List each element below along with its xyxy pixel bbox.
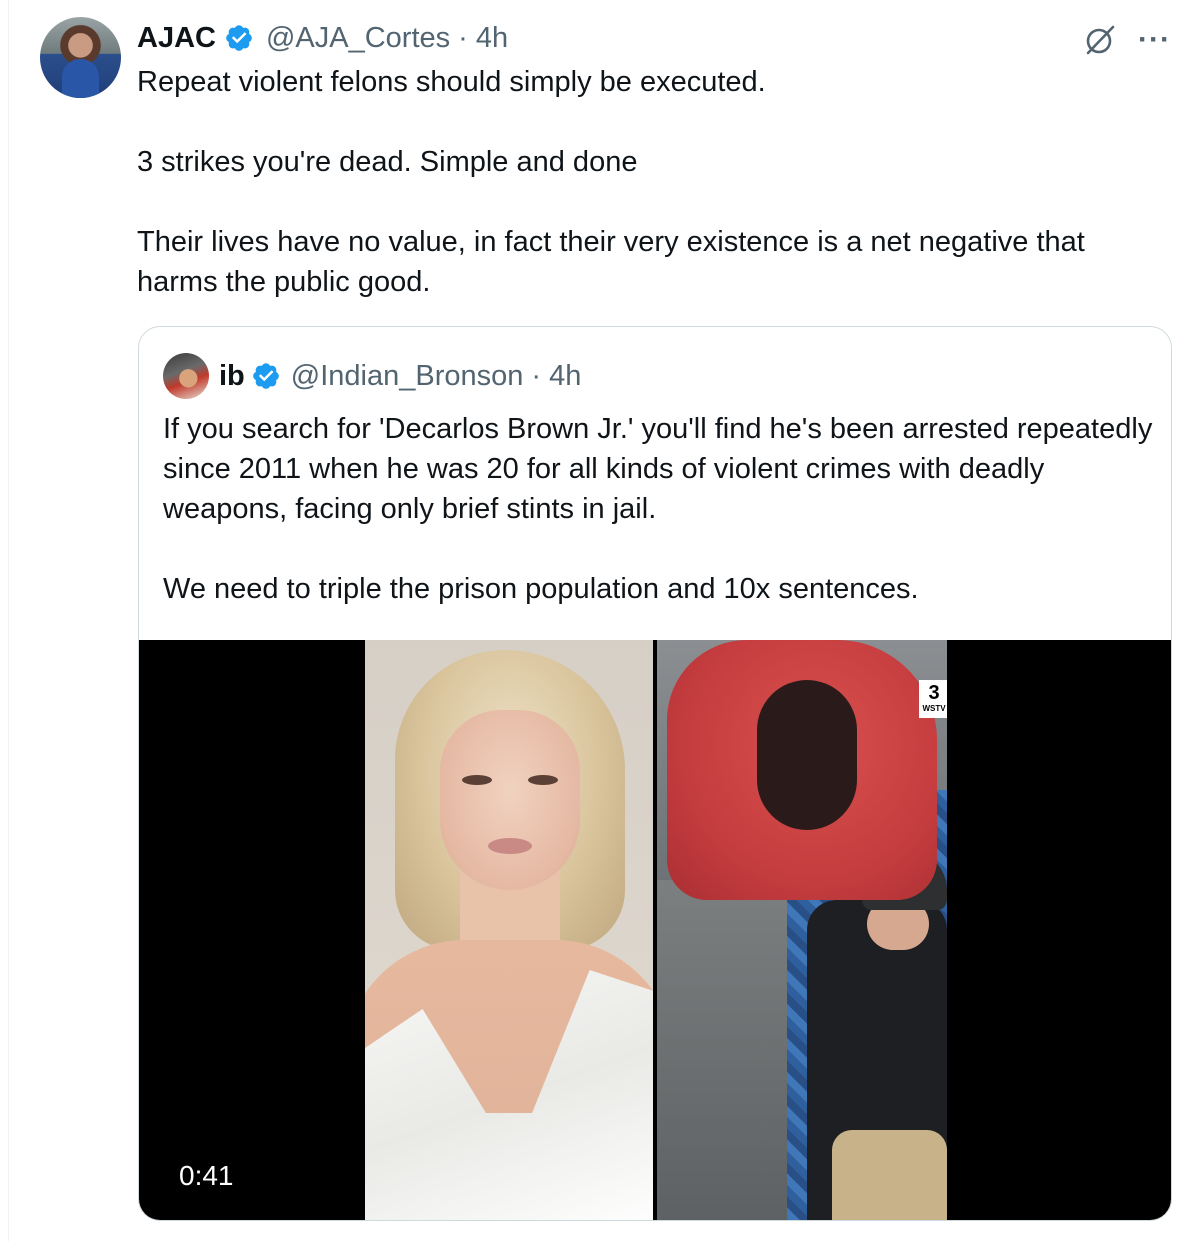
video-left-panel: [365, 640, 653, 1220]
tweet-paragraph: 3 strikes you're dead. Simple and done: [137, 146, 638, 178]
tweet[interactable]: AJAC @AJA_Cortes · 4h ··· Repeat violent…: [0, 0, 1201, 1241]
author-handle[interactable]: @AJA_Cortes: [266, 22, 450, 55]
quoted-tweet-header: ib @Indian_Bronson · 4h: [163, 351, 581, 401]
tweet-timestamp[interactable]: 4h: [476, 22, 508, 55]
quoted-timestamp[interactable]: 4h: [549, 360, 581, 393]
quoted-paragraph: If you search for 'Decarlos Brown Jr.' y…: [163, 413, 1153, 525]
more-options-icon[interactable]: ···: [1138, 25, 1171, 55]
quoted-author-name[interactable]: ib: [219, 360, 245, 393]
tweet-text: Repeat violent felons should simply be e…: [137, 62, 1167, 302]
quoted-tweet-text: If you search for 'Decarlos Brown Jr.' y…: [163, 409, 1153, 609]
tweet-paragraph: Repeat violent felons should simply be e…: [137, 66, 766, 98]
video-duration: 0:41: [179, 1160, 234, 1191]
author-name[interactable]: AJAC: [137, 22, 216, 55]
tweet-header: AJAC @AJA_Cortes · 4h: [137, 20, 508, 56]
tweet-paragraph: Their lives have no value, in fact their…: [137, 226, 1085, 298]
tv-station-watermark: 3 WSTV: [919, 680, 947, 718]
separator-dot: ·: [531, 359, 542, 392]
quoted-author-handle[interactable]: @Indian_Bronson: [291, 360, 524, 393]
quoted-author-avatar[interactable]: [163, 353, 209, 399]
video-player[interactable]: 3 WSTV 0:41: [139, 640, 1171, 1220]
verified-badge-icon: [226, 25, 252, 51]
video-right-panel: 3 WSTV: [657, 640, 947, 1220]
grok-icon[interactable]: [1082, 22, 1118, 58]
quoted-tweet[interactable]: ib @Indian_Bronson · 4h If you search fo…: [138, 326, 1172, 1221]
quoted-paragraph: We need to triple the prison population …: [163, 573, 919, 605]
verified-badge-icon: [252, 363, 279, 389]
separator-dot: ·: [458, 21, 468, 54]
author-avatar[interactable]: [40, 17, 121, 98]
tweet-top-actions: ···: [1082, 22, 1171, 58]
